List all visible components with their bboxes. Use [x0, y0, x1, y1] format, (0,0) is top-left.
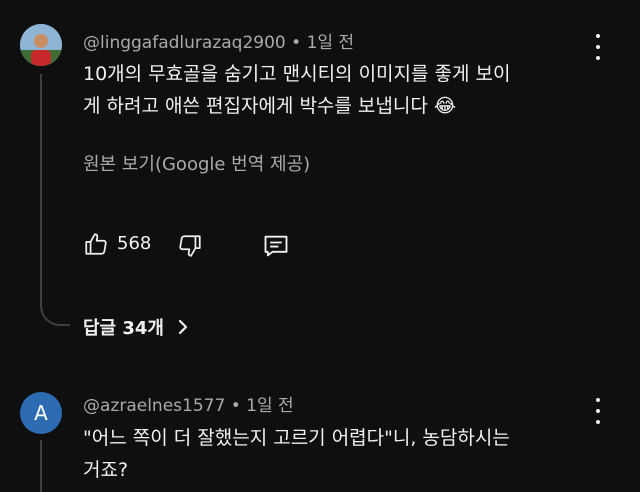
comment-text-line: 거죠?	[83, 459, 129, 481]
thumbs-down-icon[interactable]	[177, 232, 203, 260]
avatar[interactable]: A	[20, 392, 62, 434]
thumbs-up-icon[interactable]	[83, 230, 109, 258]
comment-author[interactable]: @azraelnes1577	[83, 396, 225, 416]
thread-line	[40, 440, 42, 492]
separator-dot: •	[230, 396, 247, 416]
view-replies-button[interactable]: 답글 34개	[83, 314, 190, 340]
avatar[interactable]	[20, 24, 62, 66]
separator-dot: •	[291, 33, 307, 53]
reply-icon[interactable]	[262, 232, 290, 260]
comment-text-line: 게 하려고 애쓴 편집자에게 박수를 보냅니다	[83, 95, 428, 117]
comment-time[interactable]: 1일 전	[246, 396, 294, 416]
more-icon[interactable]	[594, 34, 602, 60]
more-icon[interactable]	[594, 398, 602, 424]
chevron-right-icon	[176, 318, 190, 336]
comment-text-line: 10개의 무효골을 숨기고 맨시티의 이미지를 좋게 보이	[83, 63, 511, 85]
comment-text: "어느 쪽이 더 잘했는지 고르기 어렵다"니, 농담하시는 거죠?	[83, 422, 603, 486]
translate-toggle[interactable]: 원본 보기(Google 번역 제공)	[83, 150, 310, 176]
comment-text-line: "어느 쪽이 더 잘했는지 고르기 어렵다"니, 농담하시는	[83, 427, 510, 449]
like-count: 568	[117, 233, 152, 254]
comment-text: 10개의 무효골을 숨기고 맨시티의 이미지를 좋게 보이 게 하려고 애쓴 편…	[83, 58, 603, 122]
thread-line	[40, 74, 42, 298]
laughing-emoji: 😂	[433, 95, 457, 117]
thread-connector	[40, 290, 70, 326]
comment-author[interactable]: @linggafadlurazaq2900	[83, 33, 286, 53]
replies-count: 답글 34개	[83, 318, 164, 339]
comment-time[interactable]: 1일 전	[307, 33, 355, 53]
